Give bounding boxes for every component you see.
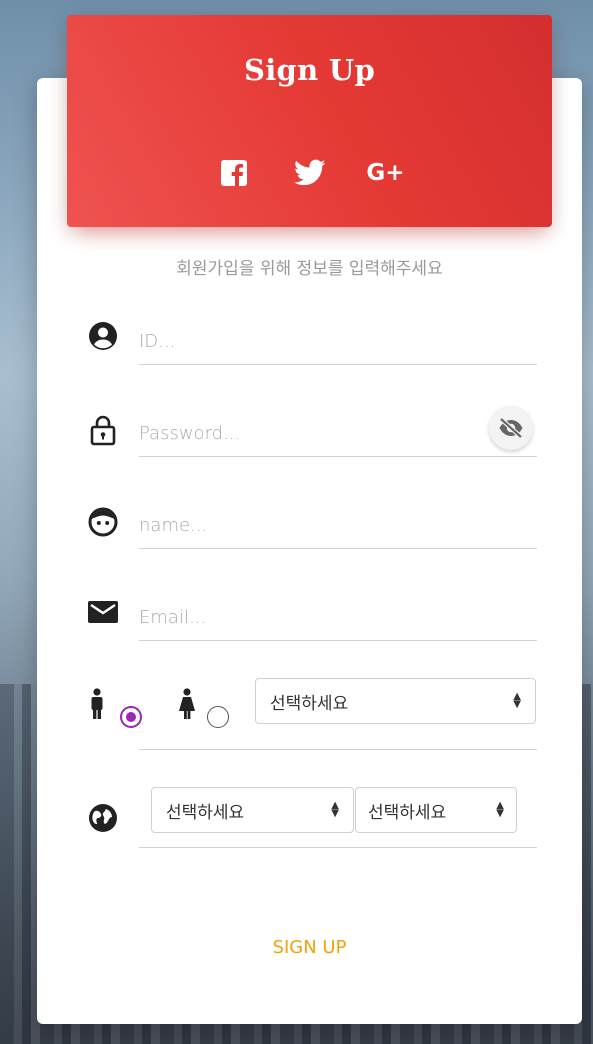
toggle-password-visibility-button[interactable] xyxy=(489,406,533,450)
id-field xyxy=(139,318,537,365)
user-circle-icon xyxy=(85,318,121,354)
page-title: Sign Up xyxy=(243,53,376,87)
twitter-button[interactable] xyxy=(293,156,327,190)
select-arrows-icon: ▲ ▼ xyxy=(513,691,521,710)
name-input[interactable] xyxy=(139,502,537,548)
password-field xyxy=(139,406,537,457)
name-field xyxy=(139,502,537,549)
google-plus-button[interactable]: G+ xyxy=(366,156,405,190)
card-header: Sign Up G+ xyxy=(67,15,552,227)
gender-select-value: 선택하세요 xyxy=(270,693,349,714)
male-icon xyxy=(89,688,105,724)
gender-male-radio[interactable] xyxy=(120,706,142,728)
select-arrows-icon: ▲ ▼ xyxy=(496,800,504,819)
gender-select[interactable]: 선택하세요 ▲ ▼ xyxy=(255,678,536,724)
region-select-2-value: 선택하세요 xyxy=(368,802,447,823)
globe-icon xyxy=(85,800,121,836)
envelope-icon xyxy=(85,594,121,630)
facebook-icon xyxy=(220,160,247,186)
select-arrows-icon: ▲ ▼ xyxy=(331,800,339,819)
twitter-icon xyxy=(293,159,325,186)
facebook-button[interactable] xyxy=(217,156,251,190)
email-field xyxy=(139,594,537,641)
region-select-2[interactable]: 선택하세요 ▲ ▼ xyxy=(355,787,517,833)
region-select-1-value: 선택하세요 xyxy=(166,802,245,823)
eye-slash-icon xyxy=(499,417,523,439)
region-underline xyxy=(139,847,537,848)
face-icon xyxy=(85,504,121,540)
lock-icon xyxy=(85,412,121,448)
social-login-row: G+ xyxy=(67,155,552,191)
email-input[interactable] xyxy=(139,594,537,640)
region-select-1[interactable]: 선택하세요 ▲ ▼ xyxy=(151,787,354,833)
female-icon xyxy=(178,688,196,724)
google-plus-icon: G+ xyxy=(366,160,405,186)
gender-female-radio[interactable] xyxy=(207,706,229,728)
password-input[interactable] xyxy=(139,410,537,456)
form-subtitle: 회원가입을 위해 정보를 입력해주세요 xyxy=(176,259,443,279)
signup-submit-button[interactable]: SIGN UP xyxy=(37,936,582,959)
id-input[interactable] xyxy=(139,318,537,364)
gender-underline xyxy=(139,749,537,750)
